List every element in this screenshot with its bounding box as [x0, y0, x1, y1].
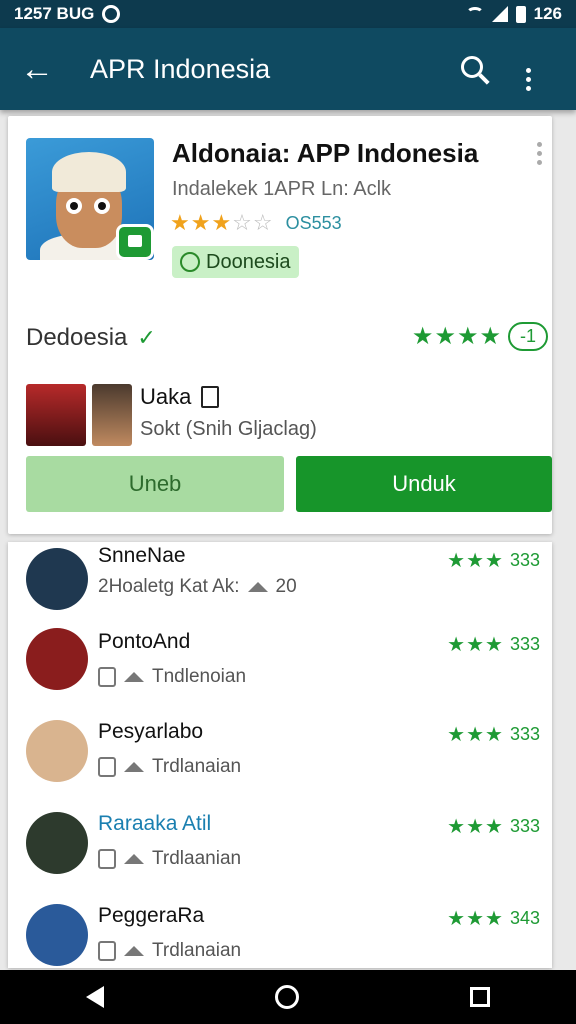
list-item[interactable]: PeggeraRa Trdlanaian ★★★ 343 — [8, 898, 552, 968]
friend-subtitle: Sokt (Snih Gljaclag) — [140, 418, 317, 440]
list-item-rating: ★★★ 333 — [447, 548, 540, 573]
avatar — [26, 628, 88, 690]
list-item-name: Raraaka Atil — [98, 812, 212, 835]
list-item[interactable]: PontoAnd Tndlenoian ★★★ 333 — [8, 622, 552, 712]
battery-level: 126 — [533, 4, 562, 23]
list-item-sub-text: 2Hoaletg Kat Ak: — [98, 576, 240, 597]
list-item-name: PeggeraRa — [98, 904, 205, 927]
list-item-sub-text: Tndlenoian — [152, 666, 247, 687]
list-item-rating: ★★★ 333 — [447, 814, 540, 839]
notification-icon — [102, 5, 121, 23]
rating-count: OS553 — [285, 212, 342, 233]
location-row: Dedoesia ✓ — [26, 324, 156, 352]
rating-value: 333 — [509, 634, 540, 654]
check-icon: ✓ — [137, 325, 156, 350]
rating-row: ★★★☆☆ OS553 — [170, 210, 342, 236]
home-icon — [124, 672, 144, 682]
list-item-sub: 2Hoaletg Kat Ak: 20 — [98, 576, 297, 598]
avatar[interactable] — [92, 384, 132, 446]
list-item-sub-text: Trdlaanian — [152, 848, 242, 869]
list-item[interactable]: Raraaka Atil Trdlaanian ★★★ 333 — [8, 806, 552, 896]
rating-stars: ★★★ — [447, 550, 504, 572]
app-detail-card: Aldonaia: APP Indonesia Indalekek 1APR L… — [8, 116, 552, 534]
list-item-rating: ★★★ 343 — [447, 906, 540, 931]
app-name: Aldonaia: APP Indonesia — [172, 138, 479, 168]
category-chip[interactable]: Doonesia — [172, 246, 299, 278]
list-item-rating: ★★★ 333 — [447, 722, 540, 747]
friend-avatars — [26, 384, 132, 446]
page-title: APR Indonesia — [90, 53, 271, 84]
rating-stars: ★★★☆☆ — [170, 210, 274, 235]
rating-value: 333 — [509, 816, 540, 836]
status-bar: 1257 BUG 126 — [0, 0, 576, 28]
list-item-name: PontoAnd — [98, 630, 191, 653]
score-row: ★★★★ -1 — [412, 322, 548, 351]
list-item-sub-text: Trdlanaian — [152, 756, 242, 777]
document-icon — [201, 386, 220, 408]
status-time: 1257 BUG — [14, 4, 95, 23]
friend-name: Uaka — [140, 384, 192, 409]
lock-icon — [98, 757, 116, 777]
secondary-button[interactable]: Uneb — [26, 456, 284, 512]
rating-stars: ★★★ — [447, 816, 504, 838]
app-bar: ← APR Indonesia — [0, 28, 576, 110]
back-arrow-icon[interactable]: ← — [20, 52, 80, 86]
location-label: Dedoesia — [26, 324, 128, 351]
list-item-name: Pesyarlabo — [98, 720, 204, 743]
list-item[interactable]: SnneNae 2Hoaletg Kat Ak: 20 ★★★ 333 — [8, 542, 552, 632]
list-item-sub: Tndlenoian — [98, 666, 246, 688]
home-icon — [247, 582, 268, 592]
list-item-name: SnneNae — [98, 544, 186, 567]
avatar — [26, 904, 88, 966]
system-nav-bar — [0, 970, 576, 1024]
list-item-count: 20 — [275, 576, 297, 597]
rating-value: 333 — [509, 724, 540, 744]
list-item-sub: Trdlaanian — [98, 848, 241, 870]
app-icon — [26, 138, 154, 260]
smile-icon — [180, 252, 200, 272]
overflow-menu-button[interactable] — [500, 47, 556, 91]
battery-icon — [515, 5, 526, 23]
category-chip-label: Doonesia — [206, 250, 291, 273]
nav-recents-icon[interactable] — [470, 987, 491, 1007]
rating-value: 343 — [509, 908, 540, 928]
home-icon — [124, 762, 144, 772]
rating-stars: ★★★ — [447, 634, 504, 656]
user-list: SnneNae 2Hoaletg Kat Ak: 20 ★★★ 333 Pont… — [8, 542, 552, 968]
list-item-sub-text: Trdlanaian — [152, 940, 242, 961]
avatar — [26, 720, 88, 782]
rating-stars: ★★★ — [447, 908, 504, 930]
more-vert-icon — [525, 68, 531, 91]
score-stars: ★★★★ — [411, 323, 502, 350]
list-item-rating: ★★★ 333 — [447, 632, 540, 657]
search-button[interactable] — [444, 52, 500, 86]
list-item-sub: Trdlanaian — [98, 756, 241, 778]
nav-back-icon[interactable] — [85, 986, 104, 1008]
avatar — [26, 548, 88, 610]
install-button[interactable]: Unduk — [296, 456, 552, 512]
nav-home-icon[interactable] — [274, 985, 299, 1009]
home-icon — [124, 854, 144, 864]
card-more-icon[interactable] — [537, 142, 542, 165]
lock-icon — [98, 849, 116, 869]
signal-icon — [491, 6, 508, 22]
developer-name[interactable]: Indalekek 1APR Ln: Aclk — [172, 178, 391, 201]
avatar — [26, 812, 88, 874]
rating-stars: ★★★ — [447, 724, 504, 746]
home-icon — [124, 946, 144, 956]
avatar[interactable] — [26, 384, 86, 446]
list-item[interactable]: Pesyarlabo Trdlanaian ★★★ 333 — [8, 714, 552, 804]
search-icon — [461, 56, 483, 78]
store-badge-icon — [116, 224, 154, 260]
list-item-sub: Trdlanaian — [98, 940, 241, 962]
lock-icon — [98, 667, 116, 687]
rating-value: 333 — [509, 550, 540, 570]
wifi-icon — [465, 7, 484, 21]
score-pill[interactable]: -1 — [507, 322, 548, 351]
lock-icon — [98, 941, 116, 961]
friend-name-row: Uaka — [140, 384, 220, 410]
